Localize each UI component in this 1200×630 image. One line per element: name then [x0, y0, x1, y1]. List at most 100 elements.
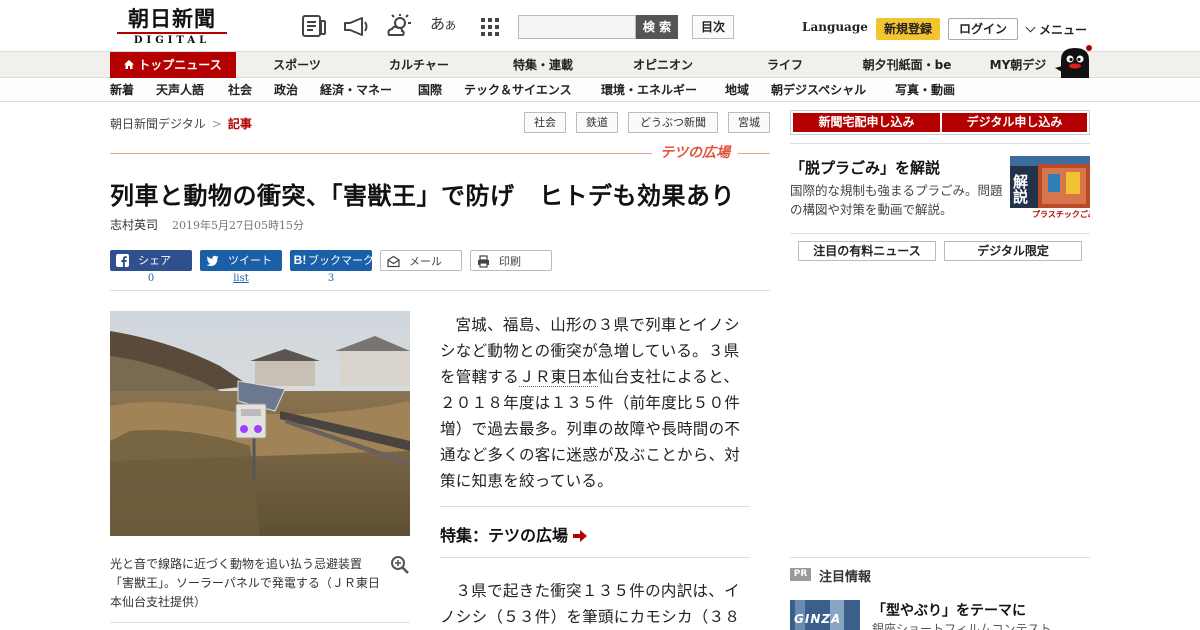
- tab-digital-only[interactable]: デジタル限定: [944, 241, 1082, 261]
- article-photo[interactable]: [110, 311, 410, 536]
- mascot-icon[interactable]: [1053, 44, 1093, 78]
- subscribe-box: 新聞宅配申し込み デジタル申し込み: [790, 110, 1090, 135]
- promo-title[interactable]: 「脱プラごみ」を解説: [790, 157, 940, 178]
- search-input[interactable]: [518, 15, 636, 39]
- hatena-bookmark-label: ブックマーク: [308, 254, 374, 267]
- hatena-bookmark-count: 3: [327, 273, 335, 284]
- pr-heading: 注目情報: [819, 570, 872, 585]
- newspaper-icon[interactable]: [300, 13, 328, 39]
- subnav-society[interactable]: 社会: [228, 79, 252, 102]
- zoom-icon[interactable]: [390, 555, 410, 575]
- language-link[interactable]: Language: [802, 20, 868, 34]
- facebook-icon: [116, 254, 129, 267]
- article-headline: 列車と動物の衝突、「害獣王」で防げ ヒトデも効果あり: [110, 182, 735, 210]
- byline: 志村英司 2019年5月27日05時15分: [110, 216, 304, 233]
- menu-label: メニュー: [1039, 23, 1088, 37]
- menu-button[interactable]: メニュー: [1025, 21, 1088, 38]
- nav-culture[interactable]: カルチャー: [376, 52, 462, 78]
- login-button[interactable]: ログイン: [948, 18, 1018, 40]
- subnav-economy[interactable]: 経済・マネー: [320, 79, 392, 102]
- feature-link[interactable]: 特集：テツの広場: [440, 522, 588, 546]
- subscribe-digital-button[interactable]: デジタル申し込み: [942, 113, 1087, 132]
- site-logo[interactable]: 朝日新聞 DIGITAL: [117, 8, 227, 46]
- feature-divider-bottom: [440, 557, 750, 558]
- tab-paid-news[interactable]: 注目の有料ニュース: [798, 241, 936, 261]
- pr-image[interactable]: GINZA: [790, 600, 860, 630]
- nav-top-news[interactable]: トップニュース: [110, 52, 236, 78]
- subnav-new[interactable]: 新着: [110, 79, 134, 102]
- arrow-right-icon: [573, 530, 588, 542]
- nav-features[interactable]: 特集・連載: [500, 52, 586, 78]
- subnav-photo-video[interactable]: 写真・動画: [895, 79, 955, 102]
- print-button[interactable]: 印刷: [470, 250, 552, 271]
- chevron-down-icon: [1025, 22, 1036, 33]
- weather-icon[interactable]: [385, 13, 413, 39]
- mail-label: メール: [409, 255, 442, 268]
- pr-divider: [790, 557, 1090, 558]
- hatena-bookmark-icon: B!: [293, 253, 307, 267]
- mail-icon: [387, 255, 400, 268]
- nav-paper[interactable]: 朝夕刊紙面・be: [855, 52, 959, 78]
- pr-image-text: GINZA: [794, 612, 842, 626]
- tweet-label: ツイート: [228, 254, 272, 267]
- search-button[interactable]: 検 索: [636, 15, 678, 39]
- hatena-bookmark-button[interactable]: B! ブックマーク: [290, 250, 374, 271]
- font-size-icon[interactable]: ああ: [430, 13, 458, 39]
- nav-my-asadigi[interactable]: MY朝デジ: [982, 52, 1054, 78]
- main-nav: トップニュース スポーツ カルチャー 特集・連載 オピニオン ライフ 朝夕刊紙面…: [0, 52, 1200, 78]
- nav-top-news-label: トップニュース: [138, 58, 222, 72]
- tag-animal-news[interactable]: どうぶつ新聞: [628, 112, 718, 133]
- photo-caption: 光と音で線路に近づく動物を追い払う忌避装置「害獣王」。ソーラーパネルで発電する（…: [110, 557, 380, 609]
- tag-miyagi[interactable]: 宮城: [728, 112, 770, 133]
- breadcrumb: 朝日新聞デジタル > 記事: [110, 115, 252, 132]
- breadcrumb-separator: >: [211, 117, 222, 131]
- promo-divider-bottom: [790, 233, 1090, 234]
- grid-icon[interactable]: [476, 13, 504, 39]
- subnav-international[interactable]: 国際: [418, 79, 442, 102]
- subscribe-home-button[interactable]: 新聞宅配申し込み: [793, 113, 940, 132]
- feature-divider-top: [440, 506, 750, 507]
- series-label[interactable]: テツの広場: [652, 143, 738, 163]
- toc-button[interactable]: 目次: [692, 15, 734, 39]
- pr-title[interactable]: 「型やぶり」をテーマに: [872, 600, 1026, 620]
- facebook-share-button[interactable]: シェア: [110, 250, 192, 271]
- tag-society[interactable]: 社会: [524, 112, 566, 133]
- nav-sports[interactable]: スポーツ: [262, 52, 332, 78]
- pr-subtitle: 銀座ショートフィルムコンテスト: [872, 622, 1052, 630]
- logo-main: 朝日新聞: [128, 6, 216, 31]
- promo-image[interactable]: 解説 プラスチックごみ: [1010, 156, 1090, 221]
- nav-life[interactable]: ライフ: [752, 52, 818, 78]
- promo-image-sub: プラスチックごみ: [1032, 210, 1090, 219]
- nav-opinion[interactable]: オピニオン: [620, 52, 706, 78]
- breadcrumb-current: 記事: [227, 117, 252, 131]
- caption-divider: [110, 622, 410, 623]
- site-header: 朝日新聞 DIGITAL ああ 検 索 目次 Language 新規登録 ログイ…: [0, 0, 1200, 52]
- promo-description: 国際的な規制も強まるプラごみ。問題の構図や対策を動画で解説。: [790, 183, 1003, 217]
- breadcrumb-home[interactable]: 朝日新聞デジタル: [110, 117, 206, 131]
- megaphone-icon[interactable]: [342, 13, 370, 39]
- mail-button[interactable]: メール: [380, 250, 462, 271]
- register-button[interactable]: 新規登録: [876, 18, 940, 40]
- facebook-share-label: シェア: [138, 254, 171, 267]
- home-icon: [124, 60, 135, 69]
- logo-sub: DIGITAL: [117, 32, 227, 47]
- tweet-list-link[interactable]: list: [200, 273, 282, 284]
- share-divider: [110, 290, 770, 291]
- print-icon: [478, 255, 489, 268]
- tweet-button[interactable]: ツイート: [200, 250, 282, 271]
- publish-date: 2019年5月27日05時15分: [172, 219, 304, 232]
- sub-nav: 新着 天声人語 社会 政治 経済・マネー 国際 テック＆サイエンス 環境・エネル…: [0, 79, 1200, 102]
- article-paragraph-2: ３県で起きた衝突１３５件の内訳は、イノシシ（５３件）を筆頭にカモシカ（３８: [440, 582, 741, 626]
- tag-railway[interactable]: 鉄道: [576, 112, 618, 133]
- subnav-special[interactable]: 朝デジスペシャル: [771, 79, 866, 102]
- jr-east-link[interactable]: ＪＲ東日本: [519, 368, 599, 387]
- font-size-small: あ: [445, 19, 457, 32]
- subnav-politics[interactable]: 政治: [274, 79, 298, 102]
- subnav-region[interactable]: 地域: [725, 79, 749, 102]
- subnav-tech-science[interactable]: テック＆サイエンス: [464, 79, 572, 102]
- article-paragraph-1: 宮城、福島、山形の３県で列車とイノシシなど動物との衝突が急増している。３県を管轄…: [440, 312, 750, 494]
- subnav-tenseijingo[interactable]: 天声人語: [156, 79, 204, 102]
- twitter-icon: [206, 255, 219, 267]
- author-name[interactable]: 志村英司: [110, 218, 158, 232]
- subnav-environment[interactable]: 環境・エネルギー: [601, 79, 697, 102]
